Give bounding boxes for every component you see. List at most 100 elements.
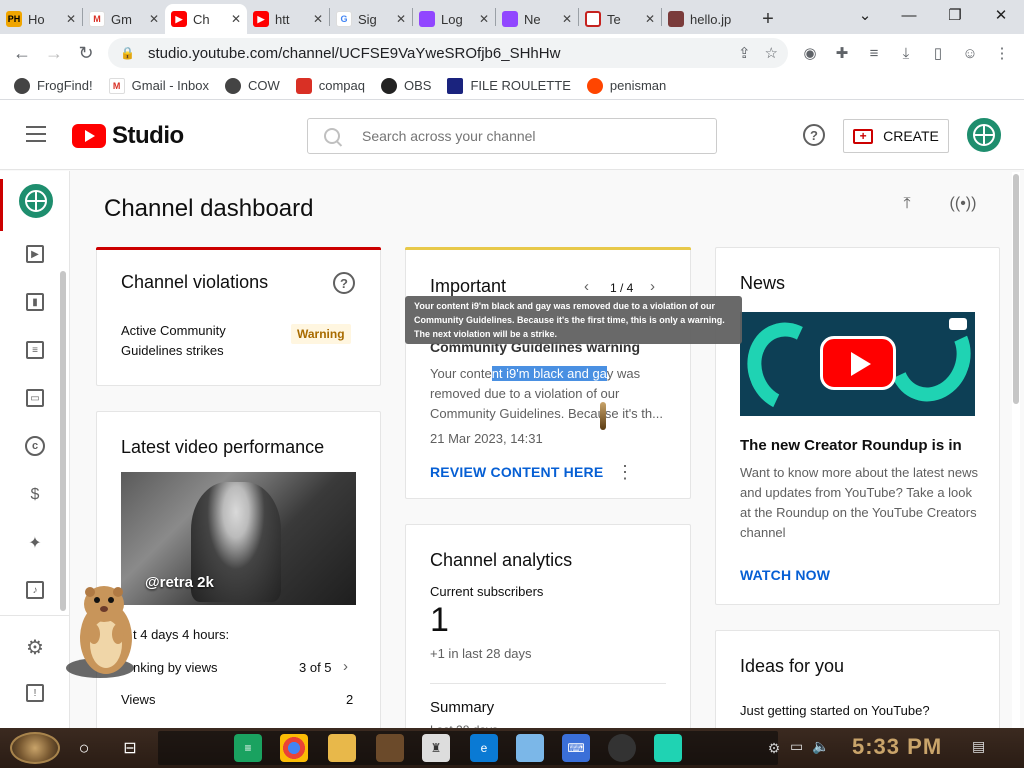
news-image[interactable] bbox=[740, 312, 975, 416]
copyright-icon[interactable]: c bbox=[25, 436, 45, 456]
comments-icon[interactable]: ≡ bbox=[26, 341, 44, 359]
chevron-down-icon[interactable]: ⌄ bbox=[842, 0, 888, 30]
channel-search[interactable] bbox=[307, 118, 717, 154]
obs-icon[interactable] bbox=[608, 734, 636, 762]
create-button[interactable]: + CREATE bbox=[843, 119, 949, 153]
speaker-icon[interactable]: 🔈 bbox=[812, 738, 829, 755]
tab-7[interactable]: Ne ✕ bbox=[496, 4, 578, 34]
puzzle-icon[interactable]: ✚ bbox=[828, 39, 856, 67]
notification-icon[interactable]: ▤ bbox=[972, 738, 985, 755]
extension-icon[interactable]: ◉ bbox=[796, 39, 824, 67]
main-scrollbar[interactable] bbox=[1012, 172, 1020, 728]
go-live-icon[interactable]: ((•)) bbox=[945, 186, 981, 222]
close-icon[interactable]: ✕ bbox=[562, 12, 572, 26]
avatar[interactable] bbox=[967, 118, 1001, 152]
address-bar[interactable]: 🔒 studio.youtube.com/channel/UCFSE9VaYwe… bbox=[108, 38, 788, 68]
bookmark-frogfind[interactable]: FrogFind! bbox=[14, 77, 93, 94]
close-icon[interactable]: ✕ bbox=[66, 12, 76, 26]
network-icon[interactable]: ▭ bbox=[790, 738, 803, 755]
help-icon[interactable]: ? bbox=[803, 124, 825, 146]
video-thumbnail[interactable]: @retra 2k bbox=[121, 472, 356, 605]
divider bbox=[430, 683, 666, 684]
chevron-right-icon[interactable]: › bbox=[650, 277, 655, 297]
media-icon[interactable]: ≡ bbox=[860, 39, 888, 67]
profile-icon[interactable]: ☺ bbox=[956, 39, 984, 67]
tab-5[interactable]: G Sig ✕ bbox=[330, 4, 412, 34]
sheets-icon[interactable]: ≡ bbox=[234, 734, 262, 762]
subtitles-icon[interactable]: ▭ bbox=[26, 389, 44, 407]
gear-icon[interactable]: ⚙ bbox=[760, 734, 788, 762]
tab-8[interactable]: Te ✕ bbox=[579, 4, 661, 34]
app-icon[interactable]: ♜ bbox=[422, 734, 450, 762]
kebab-menu-icon[interactable]: ⋮ bbox=[988, 39, 1016, 67]
bookmark-obs[interactable]: OBS bbox=[380, 77, 431, 94]
bookmark-cow[interactable]: COW bbox=[224, 77, 280, 94]
tab-9[interactable]: hello.jp bbox=[662, 4, 752, 34]
close-icon[interactable]: ✕ bbox=[313, 12, 323, 26]
analytics-icon[interactable]: ▮ bbox=[26, 293, 44, 311]
reload-icon[interactable]: ↻ bbox=[70, 37, 102, 69]
share-icon[interactable]: ⇪ bbox=[738, 44, 751, 62]
new-tab-button[interactable]: + bbox=[752, 4, 784, 34]
forward-arrow-icon[interactable]: → bbox=[38, 37, 70, 69]
close-icon[interactable]: ✕ bbox=[479, 12, 489, 26]
settings-gear-icon[interactable]: ⚙ bbox=[24, 636, 46, 659]
chrome-icon[interactable] bbox=[280, 734, 308, 762]
studio-logo[interactable]: Studio bbox=[72, 122, 184, 150]
close-icon[interactable]: ✕ bbox=[645, 12, 655, 26]
task-view-icon[interactable]: ⊟ bbox=[116, 734, 144, 762]
active-indicator bbox=[0, 179, 3, 231]
channel-avatar[interactable] bbox=[19, 184, 53, 218]
review-content-link[interactable]: REVIEW CONTENT HERE bbox=[430, 464, 603, 480]
help-icon[interactable]: ? bbox=[333, 272, 355, 294]
app-icon[interactable] bbox=[654, 734, 682, 762]
tab-3-active[interactable]: ▶ Ch ✕ bbox=[165, 4, 247, 34]
hamster-sticker bbox=[66, 586, 134, 678]
download-icon[interactable]: ⤓ bbox=[892, 39, 920, 67]
close-icon[interactable]: ✕ bbox=[149, 12, 159, 26]
content-icon[interactable]: ▶ bbox=[26, 245, 44, 263]
news-body: Want to know more about the latest news … bbox=[740, 465, 978, 540]
feedback-icon[interactable]: ! bbox=[26, 684, 44, 702]
notes-icon[interactable] bbox=[516, 734, 544, 762]
scroll-thumb[interactable] bbox=[1013, 174, 1019, 404]
close-window-button[interactable]: ✕ bbox=[978, 0, 1024, 30]
audio-library-icon[interactable]: ♪ bbox=[26, 581, 44, 599]
customization-wand-icon[interactable]: ✦ bbox=[24, 532, 46, 554]
chevron-right-icon[interactable]: › bbox=[343, 657, 348, 677]
minimize-button[interactable]: — bbox=[886, 0, 932, 30]
start-button[interactable] bbox=[10, 732, 60, 764]
mail-icon bbox=[585, 11, 601, 27]
close-icon[interactable]: ✕ bbox=[231, 12, 241, 26]
bookmark-penisman[interactable]: penisman bbox=[586, 77, 666, 94]
bookmark-star-icon[interactable]: ☆ bbox=[765, 44, 778, 62]
maximize-button[interactable]: ❐ bbox=[932, 0, 978, 30]
bookmark-label: FILE ROULETTE bbox=[470, 78, 571, 93]
game-icon[interactable] bbox=[376, 734, 404, 762]
hamburger-menu-icon[interactable] bbox=[26, 126, 46, 142]
back-arrow-icon[interactable]: ← bbox=[6, 37, 38, 69]
sidepanel-icon[interactable]: ▯ bbox=[924, 39, 952, 67]
upload-icon[interactable]: ⤒ bbox=[889, 186, 925, 222]
bookmark-file-roulette[interactable]: FILE ROULETTE bbox=[447, 77, 571, 94]
edge-icon[interactable]: e bbox=[470, 734, 498, 762]
more-vert-icon[interactable]: ⋮ bbox=[616, 462, 634, 482]
tab-2[interactable]: M Gm ✕ bbox=[83, 4, 165, 34]
taskbar-clock[interactable]: 5:33 PM bbox=[852, 734, 942, 760]
file-explorer-icon[interactable] bbox=[328, 734, 356, 762]
cortana-circle-icon[interactable]: ○ bbox=[70, 734, 98, 762]
earn-dollar-icon[interactable]: $ bbox=[24, 484, 46, 506]
search-input[interactable] bbox=[362, 128, 662, 144]
ranking-value[interactable]: 3 of 5 bbox=[299, 658, 332, 678]
rail-scrollbar[interactable] bbox=[60, 271, 66, 611]
bookmark-compaq[interactable]: compaq bbox=[295, 77, 365, 94]
tab-4[interactable]: ▶ htt ✕ bbox=[247, 4, 329, 34]
close-icon[interactable]: ✕ bbox=[396, 12, 406, 26]
keyboard-icon[interactable]: ⌨ bbox=[562, 734, 590, 762]
tab-6[interactable]: Log ✕ bbox=[413, 4, 495, 34]
watch-now-link[interactable]: WATCH NOW bbox=[740, 567, 830, 583]
tab-1[interactable]: PH Ho ✕ bbox=[0, 4, 82, 34]
tab-2-label: Gm bbox=[111, 11, 132, 27]
chevron-left-icon[interactable]: ‹ bbox=[584, 277, 589, 297]
bookmark-gmail[interactable]: M Gmail - Inbox bbox=[108, 77, 209, 94]
